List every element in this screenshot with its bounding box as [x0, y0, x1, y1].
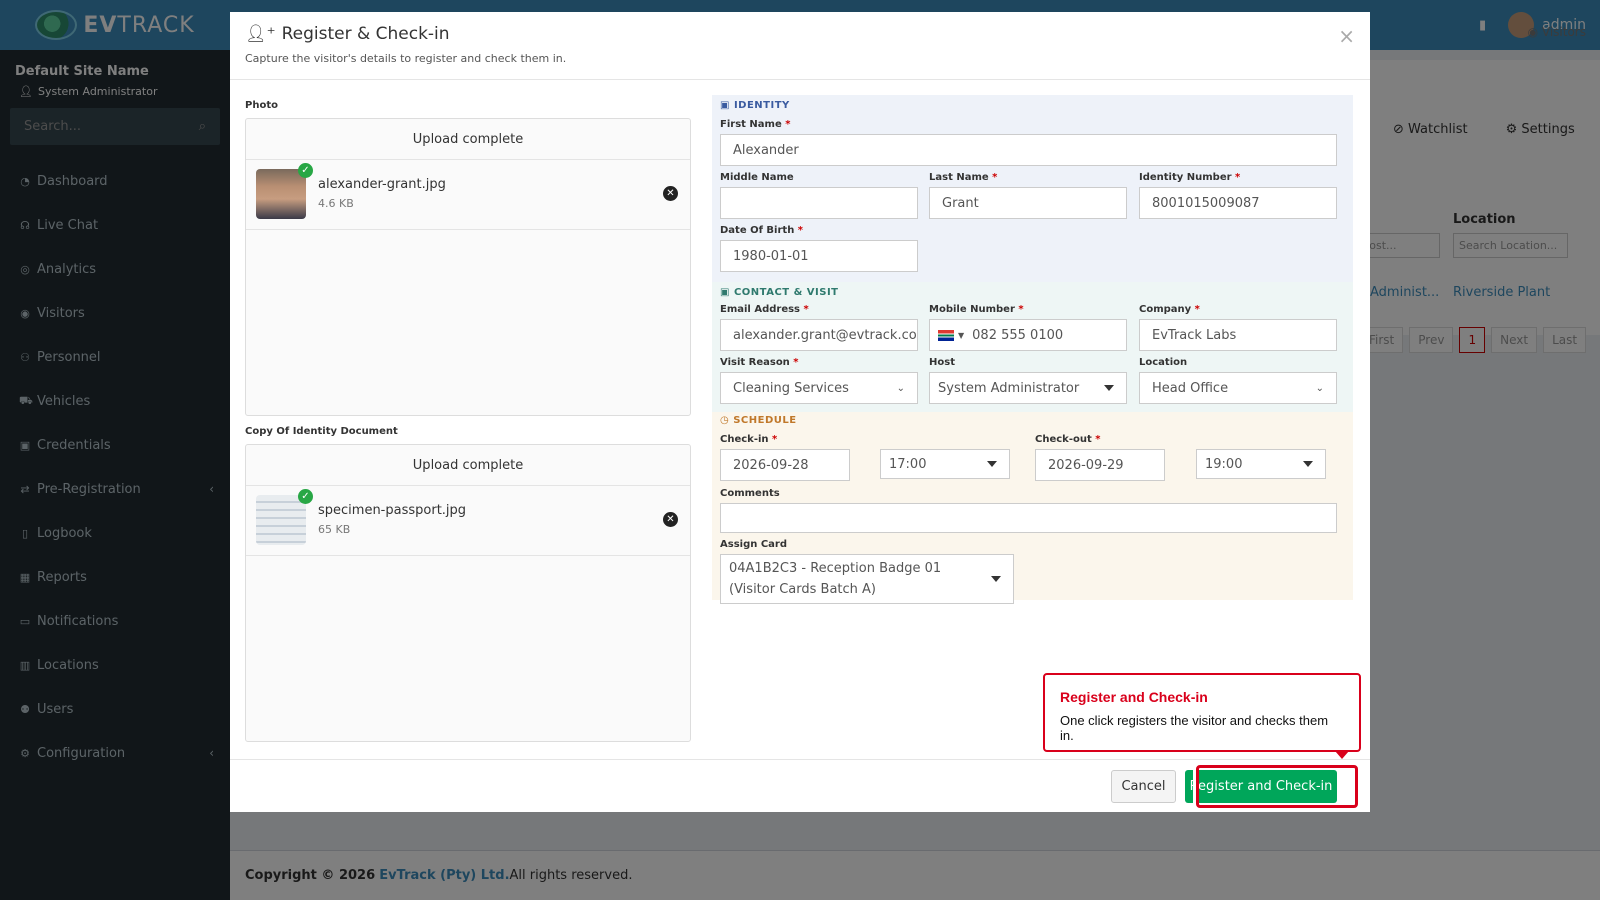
user-plus-icon: 👤︎⁺: [245, 24, 276, 44]
dob-label: Date Of Birth: [720, 225, 795, 236]
chevron-down-icon: ⌄: [1315, 382, 1324, 394]
photo-thumbnail: [256, 169, 306, 219]
za-flag-icon: [938, 329, 954, 341]
caret-down-icon: [991, 576, 1001, 582]
photo-upload-status: Upload complete: [246, 119, 690, 160]
visit-reason-label: Visit Reason: [720, 357, 790, 368]
identity-section: ▣ IDENTITY First Name * Alexander Middle …: [712, 95, 1353, 282]
assign-card-label: Assign Card: [720, 539, 788, 550]
tour-tooltip: Register and Check-in One click register…: [1043, 673, 1361, 759]
contact-visit-section: ▣ CONTACT & VISIT Email Address * alexand…: [712, 282, 1353, 412]
schedule-section-title: SCHEDULE: [733, 415, 797, 426]
photo-file-row: ✓ alexander-grant.jpg 4.6 KB ✕: [246, 160, 690, 230]
checkin-label: Check-in: [720, 434, 769, 445]
checkin-time-value: 17:00: [889, 456, 927, 472]
mobile-field[interactable]: 082 555 0100: [972, 328, 1063, 343]
last-name-field[interactable]: Grant: [929, 187, 1127, 219]
tooltip-arrow: [1335, 751, 1349, 759]
modal-header: 👤︎⁺ Register & Check-in Capture the visit…: [230, 12, 1370, 80]
first-name-field[interactable]: Alexander: [720, 134, 1337, 166]
photo-file-size: 4.6 KB: [318, 197, 354, 210]
email-field[interactable]: alexander.grant@evtrack.con: [720, 319, 918, 351]
remove-file-icon[interactable]: ✕: [663, 512, 678, 527]
middle-name-field[interactable]: [720, 187, 918, 219]
location-select[interactable]: Head Office ⌄: [1139, 372, 1337, 404]
visit-reason-select[interactable]: Cleaning Services ⌄: [720, 372, 918, 404]
schedule-section: ◷SCHEDULE Check-in * 2026-09-28 . 17:00 …: [712, 412, 1353, 604]
caret-down-icon: [1104, 385, 1114, 391]
id-file-row: ✓ specimen-passport.jpg 65 KB ✕: [246, 486, 690, 556]
comments-field[interactable]: [720, 503, 1337, 533]
contact-card-icon: ▣: [720, 287, 730, 298]
visit-reason-value: Cleaning Services: [733, 380, 849, 396]
id-doc-label: Copy Of Identity Document: [245, 426, 398, 437]
country-flag-dropdown[interactable]: ▼: [938, 329, 965, 341]
modal-title: Register & Check-in: [281, 24, 450, 44]
assign-card-select[interactable]: 04A1B2C3 - Reception Badge 01 (Visitor C…: [720, 554, 1014, 604]
location-label: Location: [1139, 357, 1188, 368]
location-value: Head Office: [1152, 380, 1229, 396]
chevron-down-icon: ▼: [958, 330, 965, 340]
caret-down-icon: [987, 461, 997, 467]
identity-section-title: IDENTITY: [733, 100, 790, 111]
id-number-field[interactable]: 8001015009087: [1139, 187, 1337, 219]
company-label: Company: [1139, 304, 1192, 315]
photo-uploader[interactable]: Upload complete ✓ alexander-grant.jpg 4.…: [245, 118, 691, 416]
checkin-date-field[interactable]: 2026-09-28: [720, 449, 850, 481]
cancel-button[interactable]: Cancel: [1111, 770, 1176, 803]
photo-label: Photo: [245, 100, 278, 111]
id-badge-icon: ▣: [720, 100, 730, 111]
host-value: System Administrator: [938, 380, 1080, 396]
mobile-label: Mobile Number: [929, 304, 1015, 315]
email-label: Email Address: [720, 304, 801, 315]
id-doc-uploader[interactable]: Upload complete ✓ specimen-passport.jpg …: [245, 444, 691, 742]
tooltip-body: One click registers the visitor and chec…: [1060, 713, 1329, 743]
caret-down-icon: [1303, 461, 1313, 467]
id-number-label: Identity Number: [1139, 172, 1232, 183]
id-upload-status: Upload complete: [246, 445, 690, 486]
remove-file-icon[interactable]: ✕: [663, 186, 678, 201]
comments-label: Comments: [720, 488, 780, 499]
id-file-name: specimen-passport.jpg: [318, 503, 467, 518]
tooltip-title: Register and Check-in: [1060, 689, 1208, 705]
checkout-label: Check-out: [1035, 434, 1092, 445]
assign-card-value: 04A1B2C3 - Reception Badge 01 (Visitor C…: [729, 561, 942, 597]
photo-file-name: alexander-grant.jpg: [318, 177, 446, 192]
contact-section-title: CONTACT & VISIT: [733, 287, 839, 298]
middle-name-label: Middle Name: [720, 172, 794, 183]
checkout-date-field[interactable]: 2026-09-29: [1035, 449, 1165, 481]
close-icon[interactable]: ×: [1338, 24, 1355, 48]
id-file-size: 65 KB: [318, 523, 351, 536]
check-icon: ✓: [298, 489, 313, 504]
host-select[interactable]: System Administrator: [929, 372, 1127, 404]
checkout-time-select[interactable]: 19:00: [1196, 449, 1326, 479]
highlight-ring: [1196, 765, 1358, 808]
last-name-label: Last Name: [929, 172, 989, 183]
passport-thumbnail: [256, 495, 306, 545]
checkin-time-select[interactable]: 17:00: [880, 449, 1010, 479]
host-label: Host: [929, 357, 955, 368]
checkout-time-value: 19:00: [1205, 456, 1243, 472]
check-icon: ✓: [298, 163, 313, 178]
dob-field[interactable]: 1980-01-01: [720, 240, 918, 272]
chevron-down-icon: ⌄: [896, 382, 905, 394]
clock-icon: ◷: [720, 415, 730, 426]
first-name-label: First Name: [720, 119, 782, 130]
company-field[interactable]: EvTrack Labs: [1139, 319, 1337, 351]
modal-subtitle: Capture the visitor's details to registe…: [245, 52, 567, 65]
